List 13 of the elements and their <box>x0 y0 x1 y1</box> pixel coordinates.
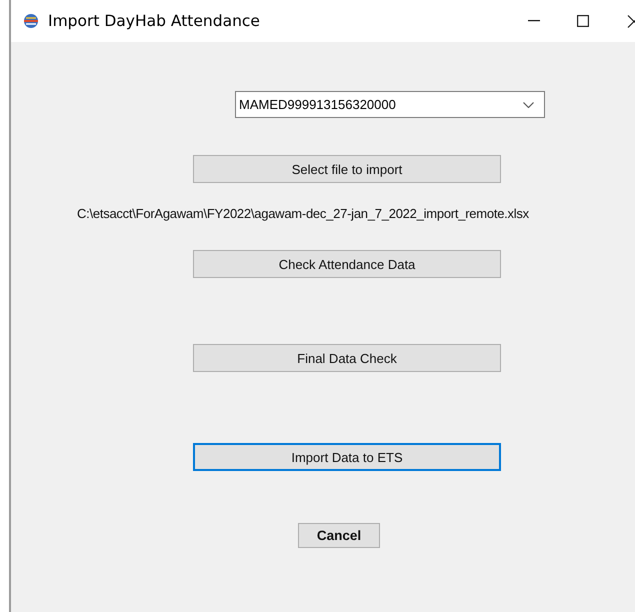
file-path-text: C:\etsacct\ForAgawam\FY2022\agawam-dec_27-jan_7_2022_import_remote.xlsx <box>77 206 529 221</box>
close-icon[interactable] <box>627 14 635 28</box>
cancel-button[interactable]: Cancel <box>298 523 380 548</box>
final-check-button[interactable]: Final Data Check <box>193 344 501 372</box>
import-button[interactable]: Import Data to ETS <box>193 443 501 471</box>
minimize-icon[interactable] <box>528 20 540 22</box>
maximize-icon[interactable] <box>577 15 589 27</box>
check-attendance-button[interactable]: Check Attendance Data <box>193 250 501 278</box>
app-icon <box>22 12 40 30</box>
account-dropdown[interactable]: MAMED999913156320000 <box>235 91 545 118</box>
chevron-down-icon <box>523 102 534 108</box>
window-title: Import DayHab Attendance <box>48 12 260 30</box>
select-file-button[interactable]: Select file to import <box>193 155 501 183</box>
